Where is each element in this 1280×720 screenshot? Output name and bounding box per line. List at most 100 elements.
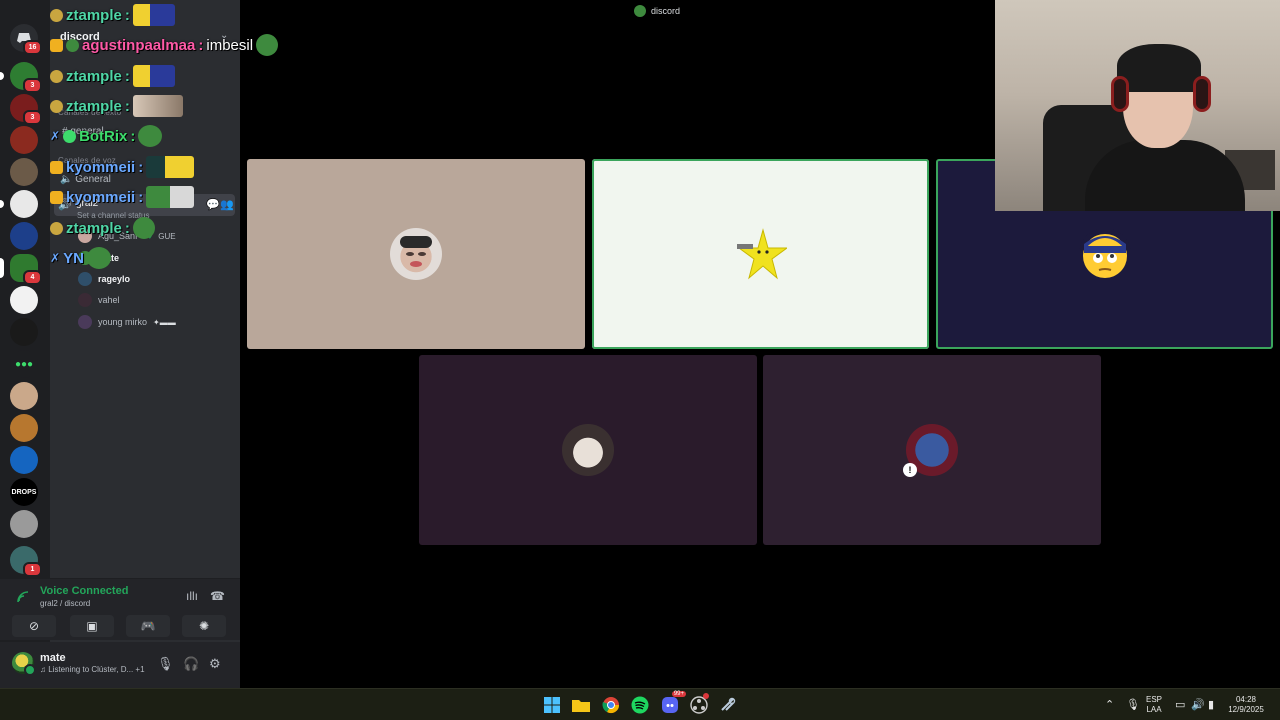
server-icon-green-dots[interactable]: ●●● (10, 350, 38, 378)
channel-general-label: general (70, 126, 104, 137)
avatar (78, 229, 92, 243)
avatar[interactable] (12, 652, 36, 676)
user-panel: mate ♫ Listening to Clúster, D... +1 🎙 🎧… (0, 642, 240, 688)
server-icon-folder[interactable] (10, 510, 38, 538)
timer-icon: ! (903, 463, 917, 477)
camera-off-button[interactable]: ⊘ (12, 615, 56, 637)
emoji-avatar (1078, 228, 1131, 280)
online-status-dot (24, 664, 36, 676)
server-icon-red[interactable]: 3 (10, 94, 42, 125)
participant-tile-speaking[interactable] (592, 159, 929, 349)
dm-badge: 16 (23, 40, 42, 55)
file-explorer-icon[interactable] (571, 695, 591, 715)
gear-icon[interactable]: ⚙ (209, 656, 221, 672)
participant-tile[interactable] (247, 159, 585, 349)
voice-location[interactable]: gral2 / discord (40, 599, 90, 608)
member-name: rageylo (98, 274, 131, 284)
window-title: discord (634, 5, 680, 17)
speaker-icon: 🔊 (58, 199, 72, 211)
voice-channel-label: General (75, 174, 111, 185)
voice-channel-general[interactable]: 🔈 General (60, 174, 111, 185)
member-name: Agu_Sanf (98, 231, 138, 241)
activity-extra: +1 (135, 665, 145, 674)
server-icon-current[interactable]: 4 (0, 254, 42, 285)
chat-bubble-icon[interactable]: 💬 (206, 198, 220, 211)
user-activity: ♫ Listening to Clúster, D... +1 (40, 665, 145, 674)
direct-messages-icon[interactable]: 16 (10, 24, 42, 55)
channel-status-hint[interactable]: Set a channel status (77, 211, 150, 220)
soundboard-button[interactable]: ✺ (182, 615, 226, 637)
activity-text: Listening to Clúster, D... (48, 665, 134, 674)
server-badge: 1 (23, 562, 42, 577)
member-row[interactable]: Agu_Sanf ♥ GUE (78, 226, 176, 246)
member-row[interactable]: young mirko ✦▬▬ (78, 312, 176, 332)
signal-icon[interactable] (16, 590, 30, 604)
server-icon-troll[interactable] (10, 286, 38, 314)
spotify-icon[interactable] (630, 695, 650, 715)
language-bottom: LAA (1146, 705, 1162, 714)
gun-emoji-icon: ✦▬▬ (153, 317, 176, 327)
language-indicator[interactable]: ESP LAA (1146, 695, 1162, 715)
category-text-channels[interactable]: Canales de texto (58, 108, 121, 117)
avatar (78, 251, 92, 265)
voice-connection-panel: Voice Connected gral2 / discord ıllı ☎ ⊘… (0, 578, 240, 640)
network-icon[interactable]: ▭ (1175, 698, 1185, 711)
chrome-icon[interactable] (601, 695, 621, 715)
disconnect-icon[interactable]: ☎ (210, 589, 225, 603)
volume-icon[interactable]: 🔊 (1191, 698, 1205, 711)
server-icon-dog[interactable] (10, 158, 38, 186)
headphones-icon[interactable]: 🎧 (183, 656, 199, 672)
add-member-icon[interactable]: 👥 (220, 198, 234, 211)
avatar (78, 293, 92, 307)
activity-button[interactable]: 🎮 (126, 615, 170, 637)
server-icon-pepe[interactable]: 3 (0, 62, 42, 93)
chevron-down-icon[interactable]: ⌄ (220, 30, 228, 41)
discord-badge: 99+ (671, 691, 686, 697)
chevron-up-icon[interactable]: ⌃ (1105, 698, 1114, 711)
microphone-icon[interactable]: 🎙 (157, 656, 174, 672)
server-icon-face[interactable] (0, 190, 38, 218)
member-row[interactable]: vahel (78, 290, 120, 310)
voice-status[interactable]: Voice Connected (40, 585, 128, 597)
participant-tile[interactable]: ! (763, 355, 1101, 545)
server-icon-leaf[interactable] (10, 126, 38, 154)
avatar (390, 228, 442, 280)
server-icon-mlb[interactable] (10, 222, 38, 250)
channel-general[interactable]: # general (62, 126, 104, 137)
cat-avatar (562, 424, 614, 476)
clock[interactable]: 04:28 12/9/2025 (1226, 695, 1266, 715)
streamer-body (1085, 140, 1245, 211)
category-voice-channels[interactable]: Canales de voz (58, 156, 116, 165)
member-row[interactable]: rageylo (78, 269, 130, 289)
noise-suppression-icon[interactable]: ıllı (186, 589, 198, 603)
discord-app: 16 3 3 4 ●●● DROPS 1 discord ⌄ Canales d… (0, 0, 1280, 720)
server-icon-mask[interactable] (10, 318, 38, 346)
participant-tile[interactable] (419, 355, 757, 545)
member-name: vahel (98, 295, 120, 305)
share-screen-button[interactable]: ▣ (70, 615, 114, 637)
microphone-tray-icon[interactable]: 🎙 (1126, 698, 1140, 711)
server-badge: 3 (23, 110, 42, 125)
headphones (1193, 76, 1211, 112)
server-icon-person[interactable] (10, 382, 38, 410)
user-name[interactable]: mate (40, 652, 66, 664)
clock-date: 12/9/2025 (1228, 705, 1264, 714)
member-row[interactable]: mate (78, 248, 119, 268)
steam-icon[interactable] (718, 695, 738, 715)
server-icon-blue[interactable] (10, 446, 38, 474)
star-avatar (734, 228, 789, 280)
selected-channel-label: gral2 (76, 198, 99, 209)
title-bar: discord (240, 0, 995, 22)
server-icon-folder-2[interactable]: 1 (10, 546, 42, 577)
webcam-feed (995, 0, 1280, 211)
server-name[interactable]: discord (60, 31, 100, 43)
server-logo-icon (634, 5, 646, 17)
member-tag: GUE (158, 231, 176, 241)
server-icon-drops[interactable]: DROPS (10, 478, 38, 506)
language-top: ESP (1146, 695, 1163, 704)
battery-icon[interactable]: ▮ (1208, 698, 1214, 711)
discord-taskbar-icon[interactable]: 99+ (660, 691, 686, 715)
windows-start-icon[interactable] (542, 695, 562, 715)
obs-icon[interactable] (689, 693, 709, 715)
server-icon-group[interactable] (10, 414, 38, 442)
